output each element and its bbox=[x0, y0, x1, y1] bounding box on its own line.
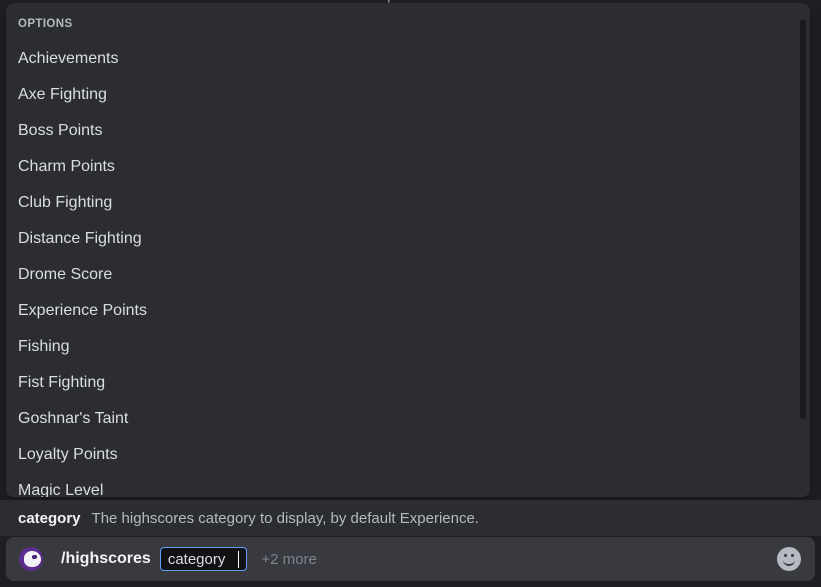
autocomplete-option-label: Fist Fighting bbox=[18, 374, 106, 391]
autocomplete-option[interactable]: Boss Points bbox=[6, 113, 810, 149]
autocomplete-option[interactable]: Distance Fighting bbox=[6, 221, 810, 257]
active-argument-label: category bbox=[167, 550, 226, 568]
autocomplete-option[interactable]: Loyalty Points bbox=[6, 437, 810, 473]
autocomplete-option[interactable]: Charm Points bbox=[6, 149, 810, 185]
options-scroll-container[interactable]: OPTIONS Achievements Axe Fighting Boss Poi… bbox=[6, 3, 810, 497]
autocomplete-option-label: Club Fighting bbox=[18, 194, 113, 211]
more-arguments-label[interactable]: +2 more bbox=[261, 551, 316, 568]
autocomplete-option-label: Loyalty Points bbox=[18, 446, 118, 463]
autocomplete-option[interactable]: Club Fighting bbox=[6, 185, 810, 221]
options-scrollbar-track[interactable] bbox=[799, 9, 807, 491]
text-caret bbox=[238, 550, 240, 568]
autocomplete-option[interactable]: Goshnar's Taint bbox=[6, 401, 810, 437]
argument-description-text: The highscores category to display, by d… bbox=[91, 509, 479, 527]
active-argument-chip[interactable]: category bbox=[159, 547, 248, 571]
autocomplete-option-label: Axe Fighting bbox=[18, 86, 107, 103]
smiley-left-eye-icon bbox=[784, 554, 787, 557]
message-input-bar[interactable]: /highscores category +2 more bbox=[6, 537, 815, 581]
emoji-picker-button[interactable] bbox=[777, 547, 801, 571]
autocomplete-option-label: Boss Points bbox=[18, 122, 103, 139]
autocomplete-option-label: Fishing bbox=[18, 338, 70, 355]
smiley-mouth-icon bbox=[783, 558, 795, 566]
argument-name-label: category bbox=[18, 509, 81, 527]
options-list: Achievements Axe Fighting Boss Points Charm… bbox=[6, 41, 810, 497]
autocomplete-option[interactable]: Magic Level bbox=[6, 473, 810, 497]
autocomplete-option-label: Achievements bbox=[18, 50, 119, 67]
autocomplete-option-label: Magic Level bbox=[18, 482, 104, 497]
autocomplete-option-label: Distance Fighting bbox=[18, 230, 142, 247]
autocomplete-option[interactable]: Drome Score bbox=[6, 257, 810, 293]
options-scrollbar-thumb[interactable] bbox=[800, 19, 806, 419]
slash-command-name: /highscores bbox=[61, 550, 151, 567]
autocomplete-option-label: Goshnar's Taint bbox=[18, 410, 129, 427]
autocomplete-option-label: Experience Points bbox=[18, 302, 147, 319]
autocomplete-option[interactable]: Achievements bbox=[6, 41, 810, 77]
slash-command-autocomplete-popup: OPTIONS Achievements Axe Fighting Boss Poi… bbox=[6, 3, 810, 497]
autocomplete-option[interactable]: Axe Fighting bbox=[6, 77, 810, 113]
smiley-right-eye-icon bbox=[791, 554, 794, 557]
autocomplete-option-label: Charm Points bbox=[18, 158, 115, 175]
autocomplete-option[interactable]: Fishing bbox=[6, 329, 810, 365]
argument-description-bar: category The highscores category to disp… bbox=[0, 500, 821, 536]
bot-avatar bbox=[19, 547, 43, 571]
options-section-header: OPTIONS bbox=[18, 18, 73, 30]
autocomplete-option[interactable]: Fist Fighting bbox=[6, 365, 810, 401]
autocomplete-option[interactable]: Experience Points bbox=[6, 293, 810, 329]
autocomplete-option-label: Drome Score bbox=[18, 266, 113, 283]
